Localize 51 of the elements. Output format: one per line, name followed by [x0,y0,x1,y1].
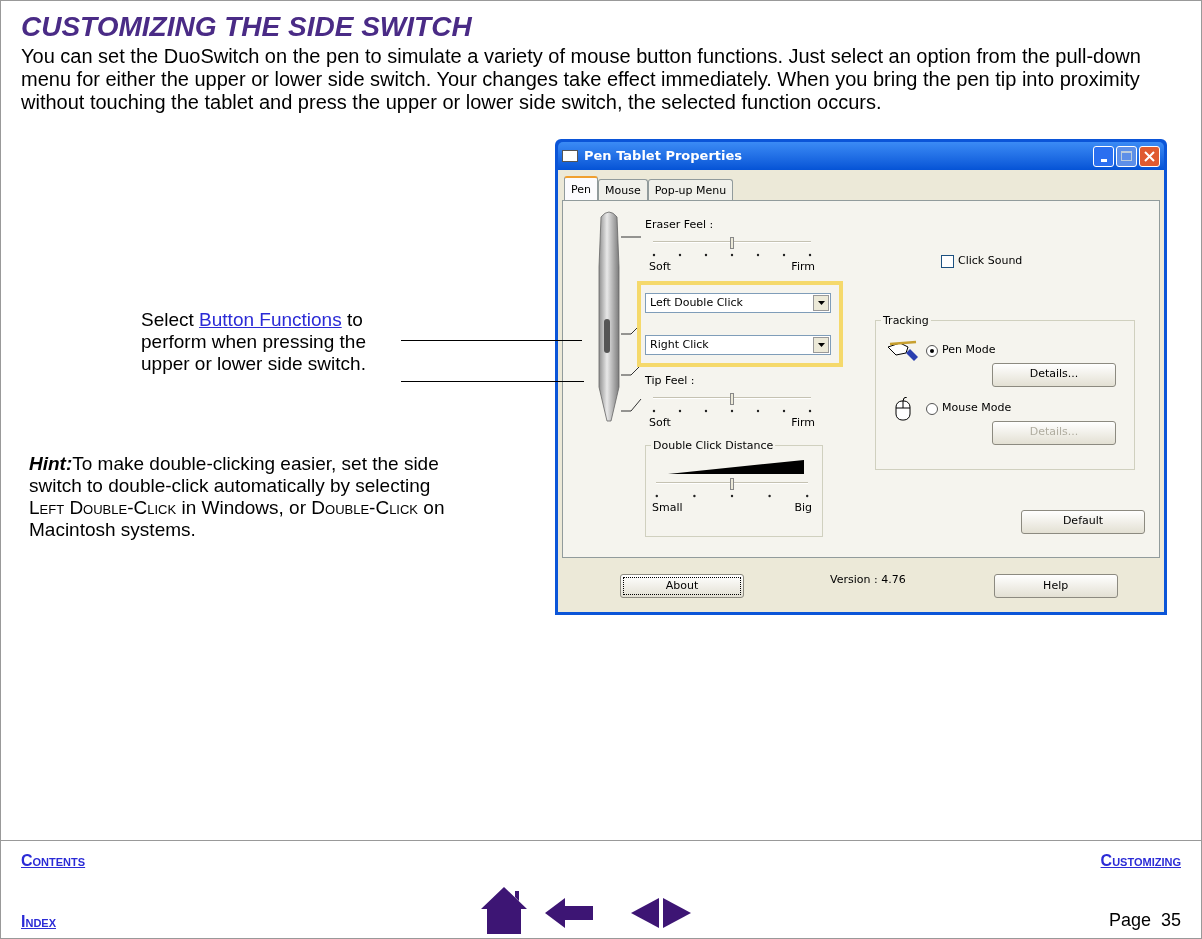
slider-thumb[interactable] [730,236,734,249]
customizing-link[interactable]: Customizing [1100,849,1181,873]
close-icon [1144,150,1155,162]
button-functions-link[interactable]: Button Functions [199,309,342,330]
window-title: Pen Tablet Properties [584,147,744,166]
tab[interactable]: Pen [564,176,598,200]
slider-thumb[interactable] [730,478,734,490]
hint-paragraph: Hint:To make double-clicking easier, set the side switch to double-click automatically by selecting Left Double-Click in Windows, or Double-Click on Macintosh systems. [29,453,446,541]
radio-button[interactable] [926,344,938,357]
tip-feel-label: Tip Feel : [645,373,696,389]
slider-min-label: Soft [649,258,671,275]
previous-page-icon[interactable] [631,898,659,928]
slider-track[interactable] [656,478,808,488]
index-link[interactable]: Index [21,910,321,934]
window-icon [562,150,578,162]
default-button[interactable]: Default [1021,509,1145,534]
mode-label: Mouse Mode [942,400,1012,417]
mouse-icon [895,396,911,421]
maximize-button[interactable] [1116,145,1137,167]
next-page-icon[interactable] [663,898,691,928]
click-sound-label: Click Sound [958,253,1023,269]
slider-thumb[interactable] [730,392,734,405]
back-arrow-icon[interactable] [545,898,593,928]
slider-max-label: Firm [791,258,815,275]
tab[interactable]: Mouse [598,179,648,200]
checkbox[interactable] [941,254,954,268]
dropdown[interactable]: Left Double Click [645,293,831,313]
radio-button[interactable] [926,402,938,415]
page-number: Page 35 [1107,909,1181,932]
help-button[interactable]: Help [993,574,1118,598]
slider-track[interactable] [653,236,811,247]
slider-min-label: Soft [649,414,671,431]
mode-label: Pen Mode [942,342,996,359]
dropdown[interactable]: Right Click [645,335,831,355]
version-label: Version : 4.76 [830,572,906,588]
close-button[interactable] [1139,145,1160,167]
eraser-feel-label: Eraser Feel : [645,217,715,233]
contents-link[interactable]: Contents [21,849,86,873]
slider-min-label: Small [652,500,683,516]
page-title: CUSTOMIZING THE SIDE SWITCH [21,10,473,44]
callout-text: Select Button Functions to perform when pressing the upper or lower side switch. [141,309,367,375]
home-icon[interactable] [481,887,527,934]
slider-max-label: Big [794,500,812,516]
intro-paragraph: You can set the DuoSwitch on the pen to simulate a variety of mouse button functions. Just select an option from the pull-down menu for either the upper or lower side switch. Your changes take effect immediately. When you bring the pen tip into proximity without touching the tablet and press the upper or lower side switch, the selected function occurs. [21,45,1142,114]
about-button[interactable]: About [620,574,744,598]
minimize-button[interactable] [1093,145,1114,167]
tab[interactable]: Pop-up Menu [647,179,734,200]
slider-track[interactable] [653,392,811,403]
details-button[interactable]: Details... [992,362,1116,387]
hand-with-pen-icon [886,338,920,363]
slider-max-label: Firm [791,414,815,431]
